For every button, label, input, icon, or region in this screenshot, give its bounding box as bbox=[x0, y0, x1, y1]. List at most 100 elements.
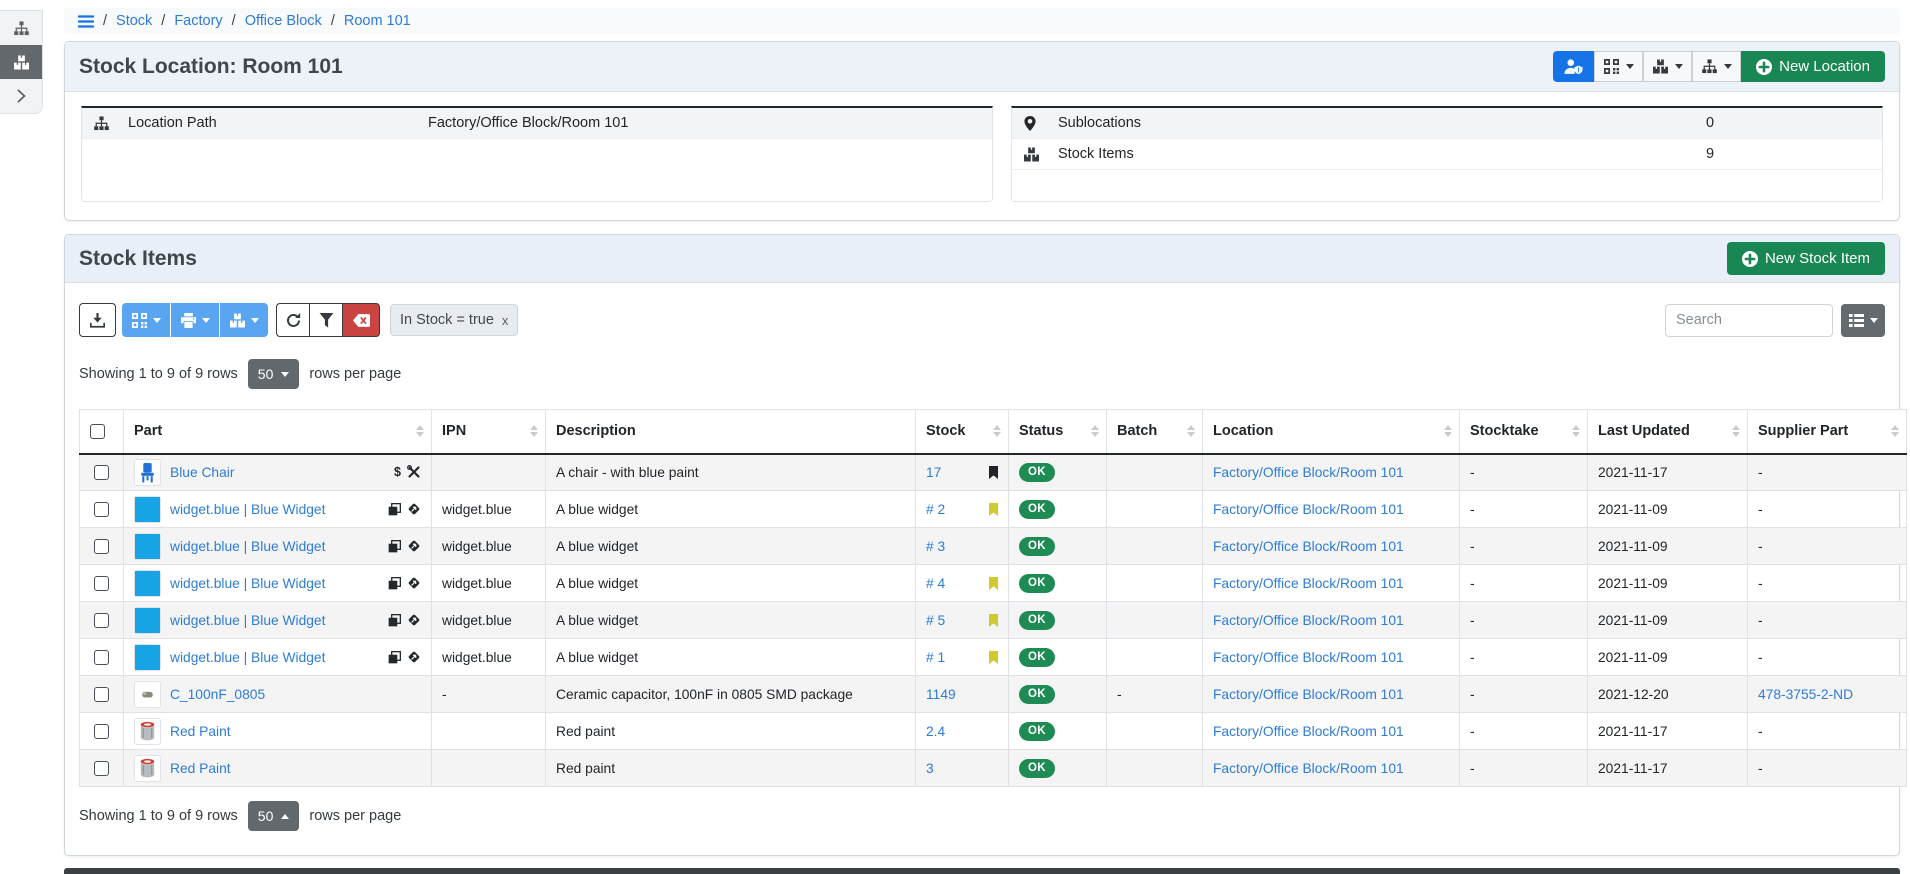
refresh-button[interactable] bbox=[276, 303, 309, 337]
row-checkbox[interactable] bbox=[94, 687, 109, 702]
filter-button[interactable] bbox=[309, 303, 342, 337]
row-checkbox[interactable] bbox=[94, 724, 109, 739]
breadcrumb-link-stock[interactable]: Stock bbox=[116, 13, 152, 29]
location-link[interactable]: Factory/Office Block/Room 101 bbox=[1213, 576, 1404, 591]
part-link[interactable]: Red Paint bbox=[170, 761, 231, 776]
part-link[interactable]: C_100nF_0805 bbox=[170, 687, 265, 702]
filter-chip[interactable]: In Stock = true x bbox=[390, 304, 518, 336]
breadcrumb-link-room-101[interactable]: Room 101 bbox=[344, 13, 411, 29]
batch-cell bbox=[1107, 565, 1203, 602]
columns-dropdown[interactable] bbox=[1841, 304, 1885, 337]
stock-boxes-icon bbox=[1653, 59, 1668, 74]
row-checkbox[interactable] bbox=[94, 502, 109, 517]
breadcrumb-link-factory[interactable]: Factory bbox=[174, 13, 222, 29]
col-header-description[interactable]: Description bbox=[546, 410, 916, 454]
download-button[interactable] bbox=[79, 303, 116, 337]
col-header-supplier-part[interactable]: Supplier Part bbox=[1748, 410, 1907, 454]
stock-item-row: widget.blue | Blue Widget widget.blue A … bbox=[80, 528, 1907, 565]
col-header-stocktake[interactable]: Stocktake bbox=[1460, 410, 1588, 454]
row-checkbox[interactable] bbox=[94, 539, 109, 554]
row-checkbox[interactable] bbox=[94, 465, 109, 480]
part-link[interactable]: widget.blue | Blue Widget bbox=[170, 539, 325, 554]
filter-remove-icon bbox=[353, 314, 370, 327]
new-location-button[interactable]: New Location bbox=[1741, 51, 1885, 82]
part-link[interactable]: widget.blue | Blue Widget bbox=[170, 576, 325, 591]
stock-options-button[interactable] bbox=[220, 303, 268, 337]
row-checkbox[interactable] bbox=[94, 576, 109, 591]
detail-row: Sublocations 0 bbox=[1012, 108, 1882, 139]
stocktake-cell: - bbox=[1460, 491, 1588, 528]
part-link[interactable]: widget.blue | Blue Widget bbox=[170, 650, 325, 665]
hamburger-icon[interactable] bbox=[78, 15, 94, 28]
detail-row: Stock Items 9 bbox=[1012, 139, 1882, 170]
location-actions-dropdown[interactable] bbox=[1692, 51, 1741, 82]
col-header-batch[interactable]: Batch bbox=[1107, 410, 1203, 454]
location-link[interactable]: Factory/Office Block/Room 101 bbox=[1213, 724, 1404, 739]
location-link[interactable]: Factory/Office Block/Room 101 bbox=[1213, 687, 1404, 702]
location-link[interactable]: Factory/Office Block/Room 101 bbox=[1213, 613, 1404, 628]
stock-quantity-link[interactable]: 1149 bbox=[926, 687, 956, 702]
stock-quantity-link[interactable]: 2.4 bbox=[926, 724, 945, 739]
sidebar-item-expand[interactable] bbox=[0, 79, 42, 113]
col-header-status[interactable]: Status bbox=[1009, 410, 1107, 454]
location-link[interactable]: Factory/Office Block/Room 101 bbox=[1213, 465, 1404, 480]
search-input[interactable] bbox=[1665, 304, 1833, 337]
part-link[interactable]: widget.blue | Blue Widget bbox=[170, 613, 325, 628]
sitemap-icon bbox=[94, 116, 109, 131]
bookmark-flag-icon bbox=[989, 614, 998, 627]
col-header-location[interactable]: Location bbox=[1203, 410, 1460, 454]
thumb-chair bbox=[137, 462, 158, 483]
remove-filter-icon[interactable]: x bbox=[502, 313, 509, 328]
row-checkbox[interactable] bbox=[94, 761, 109, 776]
clear-filters-button[interactable] bbox=[342, 303, 380, 337]
thumb-paint bbox=[137, 758, 158, 779]
stock-quantity-link[interactable]: # 5 bbox=[926, 613, 945, 628]
sidebar-item-stock[interactable] bbox=[0, 45, 42, 79]
col-header-part[interactable]: Part bbox=[124, 410, 432, 454]
stock-quantity-link[interactable]: # 1 bbox=[926, 650, 945, 665]
stock-quantity-link[interactable]: 3 bbox=[926, 761, 934, 776]
barcode-actions-dropdown[interactable] bbox=[1594, 51, 1643, 82]
part-link[interactable]: Red Paint bbox=[170, 724, 231, 739]
supplier-part-link[interactable]: 478-3755-2-ND bbox=[1758, 687, 1853, 702]
stock-items-title: Stock Items bbox=[79, 247, 197, 271]
stock-quantity-link[interactable]: 17 bbox=[926, 465, 941, 480]
copy-icon bbox=[388, 651, 401, 664]
trackable-icon bbox=[407, 613, 421, 627]
breadcrumb-link-office-block[interactable]: Office Block bbox=[245, 13, 322, 29]
col-header-last-updated[interactable]: Last Updated bbox=[1588, 410, 1748, 454]
stock-quantity-link[interactable]: # 3 bbox=[926, 539, 945, 554]
print-actions-button[interactable] bbox=[171, 303, 219, 337]
new-stock-item-button[interactable]: New Stock Item bbox=[1727, 242, 1885, 275]
ipn-cell bbox=[432, 454, 546, 491]
barcode-actions-button[interactable] bbox=[122, 303, 170, 337]
part-link[interactable]: Blue Chair bbox=[170, 465, 234, 480]
location-link[interactable]: Factory/Office Block/Room 101 bbox=[1213, 502, 1404, 517]
hamburger-icon bbox=[78, 15, 94, 28]
detail-value: Factory/Office Block/Room 101 bbox=[428, 115, 980, 131]
col-header-stock[interactable]: Stock bbox=[916, 410, 1009, 454]
stock-quantity-link[interactable]: # 2 bbox=[926, 502, 945, 517]
page-size-dropdown[interactable]: 50 bbox=[248, 359, 300, 389]
admin-view-button[interactable] bbox=[1553, 51, 1594, 82]
location-link[interactable]: Factory/Office Block/Room 101 bbox=[1213, 539, 1404, 554]
page-size-dropdown[interactable]: 50 bbox=[248, 801, 300, 831]
location-link[interactable]: Factory/Office Block/Room 101 bbox=[1213, 761, 1404, 776]
description-cell: A blue widget bbox=[546, 528, 916, 565]
description-cell: A blue widget bbox=[546, 639, 916, 676]
collapsed-panel-divider bbox=[64, 868, 1900, 874]
stock-actions-dropdown[interactable] bbox=[1643, 51, 1692, 82]
last-updated-cell: 2021-11-09 bbox=[1588, 491, 1748, 528]
description-cell: Ceramic capacitor, 100nF in 0805 SMD pac… bbox=[546, 676, 916, 713]
sidebar-item-locations[interactable] bbox=[0, 11, 42, 45]
row-checkbox[interactable] bbox=[94, 650, 109, 665]
select-all-checkbox[interactable] bbox=[90, 424, 105, 439]
location-link[interactable]: Factory/Office Block/Room 101 bbox=[1213, 650, 1404, 665]
plus-circle-icon bbox=[1742, 251, 1758, 267]
col-header-ipn[interactable]: IPN bbox=[432, 410, 546, 454]
supplier-part-value: - bbox=[1758, 465, 1763, 480]
stock-quantity-link[interactable]: # 4 bbox=[926, 576, 945, 591]
part-link[interactable]: widget.blue | Blue Widget bbox=[170, 502, 325, 517]
row-checkbox[interactable] bbox=[94, 613, 109, 628]
trackable-icon bbox=[407, 576, 421, 590]
